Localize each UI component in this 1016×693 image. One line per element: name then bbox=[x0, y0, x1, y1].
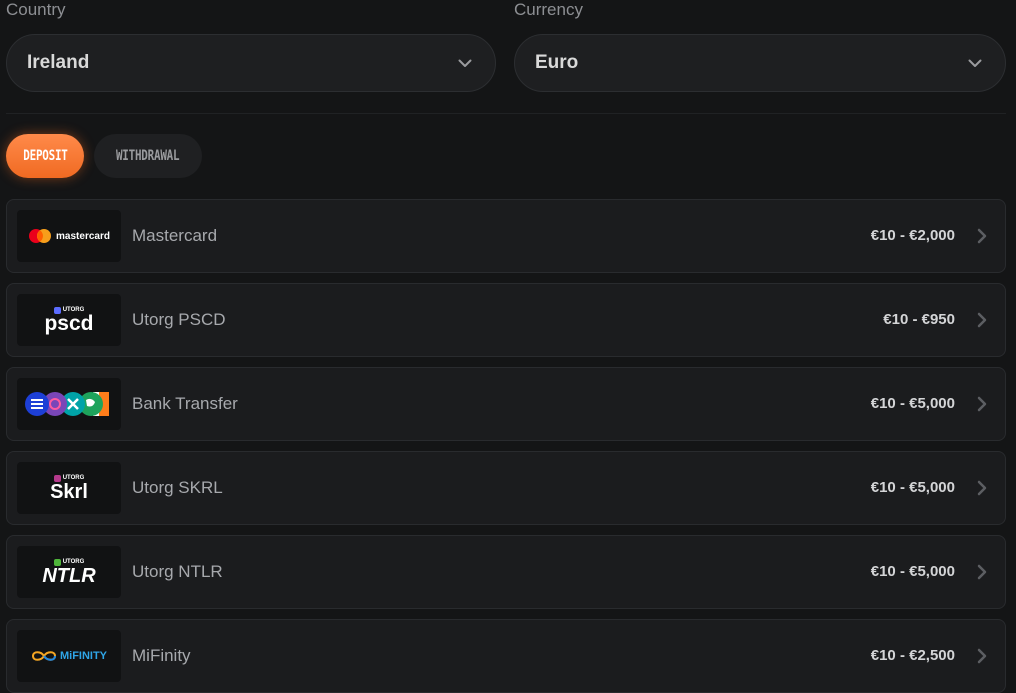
utorg-ntlr-logo: UTORG NTLR bbox=[17, 546, 121, 598]
mifinity-wordmark: MiFINITY bbox=[59, 650, 108, 662]
bank-transfer-logos bbox=[17, 378, 121, 430]
mastercard-logo: mastercard bbox=[17, 210, 121, 262]
payment-method-bank-transfer[interactable]: Bank Transfer €10 - €5,000 bbox=[6, 367, 1006, 441]
chevron-down-icon bbox=[967, 55, 983, 71]
method-range: €10 - €5,000 bbox=[870, 563, 955, 580]
method-range: €10 - €5,000 bbox=[870, 395, 955, 412]
method-name: Bank Transfer bbox=[132, 394, 238, 413]
tab-withdrawal[interactable]: WITHDRAWAL bbox=[94, 134, 202, 178]
pscd-wordmark: pscd bbox=[44, 311, 94, 335]
payment-method-utorg-ntlr[interactable]: UTORG NTLR Utorg NTLR €10 - €5,000 bbox=[6, 535, 1006, 609]
chevron-down-icon bbox=[457, 55, 473, 71]
bank-logos-icon bbox=[25, 392, 109, 416]
chevron-right-icon bbox=[973, 394, 991, 414]
method-range: €10 - €950 bbox=[883, 311, 955, 328]
tab-withdrawal-label: WITHDRAWAL bbox=[116, 148, 180, 164]
chevron-right-icon bbox=[973, 478, 991, 498]
skrl-wordmark: Skrl bbox=[50, 480, 88, 503]
chevron-right-icon bbox=[973, 646, 991, 666]
method-name: MiFinity bbox=[132, 646, 191, 665]
mifinity-logo: MiFINITY bbox=[17, 630, 121, 682]
currency-select[interactable]: Euro bbox=[514, 34, 1006, 92]
payment-method-utorg-skrl[interactable]: UTORG Skrl Utorg SKRL €10 - €5,000 bbox=[6, 451, 1006, 525]
method-name: Utorg NTLR bbox=[132, 562, 223, 581]
infinity-icon bbox=[31, 651, 56, 661]
utorg-skrl-logo: UTORG Skrl bbox=[17, 462, 121, 514]
method-name: Mastercard bbox=[132, 226, 218, 245]
method-range: €10 - €5,000 bbox=[870, 479, 955, 496]
method-name: Utorg PSCD bbox=[132, 310, 226, 329]
country-label: Country bbox=[6, 0, 66, 19]
chevron-right-icon bbox=[973, 562, 991, 582]
divider bbox=[6, 113, 1006, 114]
method-name: Utorg SKRL bbox=[132, 478, 223, 497]
country-value: Ireland bbox=[27, 52, 90, 73]
payment-method-mastercard[interactable]: mastercard Mastercard €10 - €2,000 bbox=[6, 199, 1006, 273]
method-range: €10 - €2,000 bbox=[870, 227, 955, 244]
chevron-right-icon bbox=[973, 226, 991, 246]
mastercard-wordmark: mastercard bbox=[56, 230, 110, 242]
payment-method-mifinity[interactable]: MiFINITY MiFinity €10 - €2,500 bbox=[6, 619, 1006, 693]
payment-method-utorg-pscd[interactable]: UTORG pscd Utorg PSCD €10 - €950 bbox=[6, 283, 1006, 357]
utorg-pscd-logo: UTORG pscd bbox=[17, 294, 121, 346]
currency-label: Currency bbox=[514, 0, 583, 19]
method-range: €10 - €2,500 bbox=[870, 647, 955, 664]
tab-deposit[interactable]: DEPOSIT bbox=[6, 134, 84, 178]
tab-deposit-label: DEPOSIT bbox=[22, 148, 68, 164]
currency-value: Euro bbox=[535, 52, 579, 73]
chevron-right-icon bbox=[973, 310, 991, 330]
ntlr-wordmark: NTLR bbox=[42, 564, 96, 587]
mastercard-circles-icon bbox=[29, 229, 52, 243]
country-select[interactable]: Ireland bbox=[6, 34, 496, 92]
